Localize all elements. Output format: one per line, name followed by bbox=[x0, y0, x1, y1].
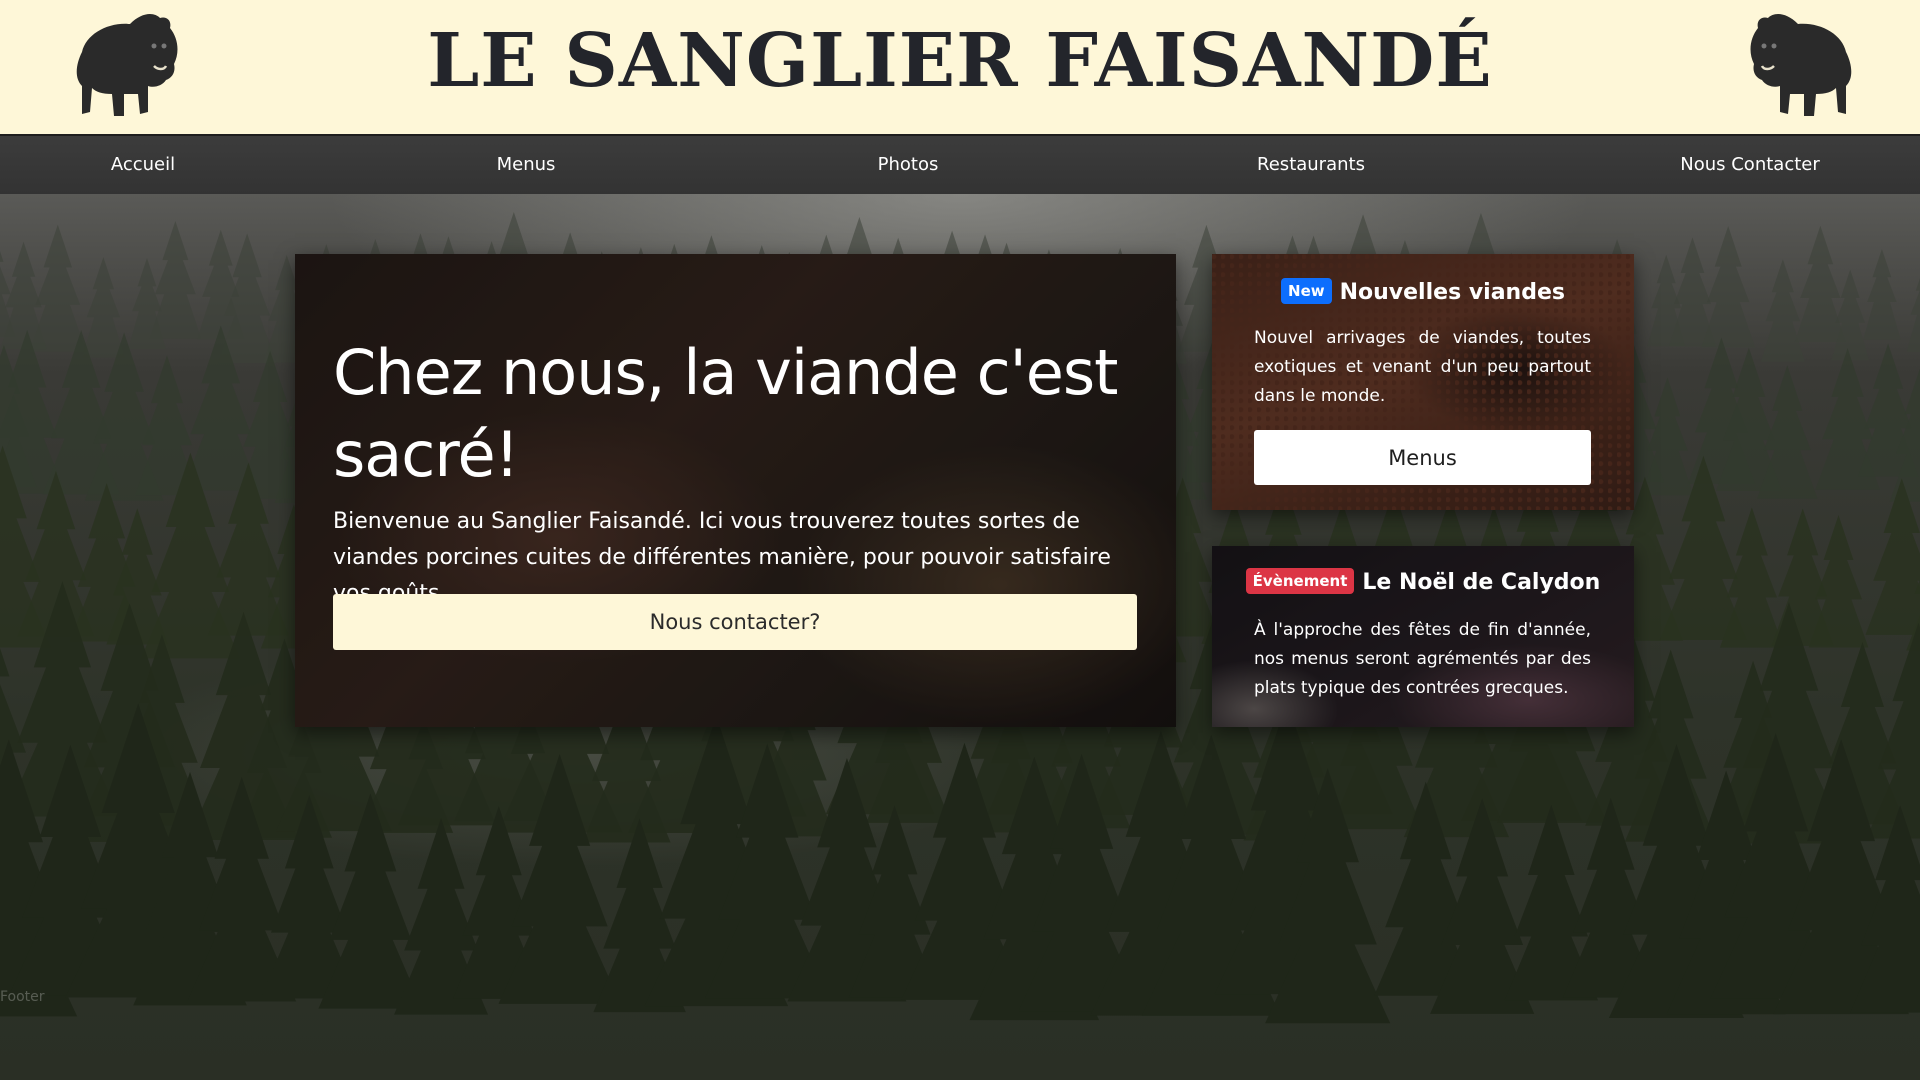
tree-silhouette bbox=[1794, 225, 1846, 343]
boar-icon bbox=[1750, 14, 1852, 116]
tree-silhouette bbox=[1831, 269, 1870, 361]
tree-silhouette bbox=[1865, 478, 1920, 635]
news-card-new-meats: New Nouvelles viandes Nouvel arrivages de… bbox=[1212, 254, 1634, 510]
event-badge: Évènement bbox=[1245, 568, 1355, 594]
card-header: New Nouvelles viandes bbox=[1212, 278, 1634, 306]
nav-item-photos[interactable]: Photos bbox=[878, 154, 939, 175]
tree-silhouette bbox=[1701, 226, 1756, 348]
card-header: Évènement Le Noël de Calydon bbox=[1212, 568, 1634, 596]
tree-silhouette bbox=[1760, 259, 1805, 362]
nav-item-restaurants[interactable]: Restaurants bbox=[1257, 154, 1365, 175]
hero-title: Chez nous, la viande c'est sacré! bbox=[333, 336, 1118, 491]
nav-item-accueil[interactable]: Accueil bbox=[111, 154, 175, 175]
card-text: À l'approche des fêtes de fin d'année, n… bbox=[1254, 620, 1591, 698]
tree-silhouette bbox=[1863, 249, 1901, 340]
event-card-noel: Évènement Le Noël de Calydon À l'approche… bbox=[1212, 546, 1634, 727]
tree-silhouette bbox=[82, 257, 125, 358]
nav-item-nous-contacter[interactable]: Nous Contacter bbox=[1680, 154, 1820, 175]
tree-silhouette bbox=[149, 221, 202, 339]
hero-card: Chez nous, la viande c'est sacré! Bienve… bbox=[295, 254, 1176, 727]
card-title: Nouvelles viandes bbox=[1339, 280, 1565, 305]
site-title: LE SANGLIER FAISANDÉ bbox=[427, 18, 1493, 104]
tree-silhouette bbox=[1641, 377, 1694, 496]
main-nav: Accueil Menus Photos Restaurants Nous Co… bbox=[0, 134, 1920, 194]
footer-label: Footer bbox=[0, 989, 45, 1005]
new-badge: New bbox=[1281, 278, 1332, 304]
nav-item-menus[interactable]: Menus bbox=[497, 154, 556, 175]
card-text: Nouvel arrivages de viandes, toutes exot… bbox=[1254, 328, 1591, 406]
tree-silhouette bbox=[1906, 278, 1920, 353]
contact-button[interactable]: Nous contacter? bbox=[333, 594, 1137, 650]
site-header: LE SANGLIER FAISANDÉ bbox=[0, 0, 1920, 134]
card-title: Le Noël de Calydon bbox=[1362, 570, 1601, 595]
menus-button[interactable]: Menus bbox=[1254, 430, 1591, 485]
tree-silhouette bbox=[29, 224, 87, 352]
